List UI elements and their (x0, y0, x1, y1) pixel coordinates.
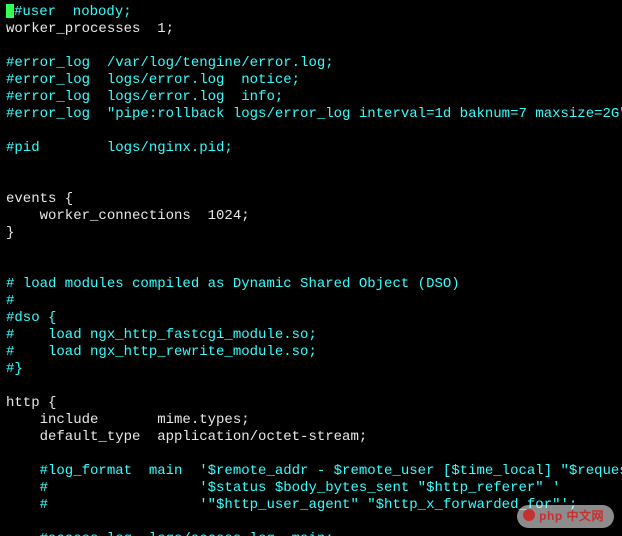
code-line: } (6, 225, 622, 242)
code-text: # '$status $body_bytes_sent "$http_refer… (6, 480, 561, 496)
code-line: events { (6, 191, 622, 208)
code-line: #} (6, 361, 622, 378)
code-line: #dso { (6, 310, 622, 327)
code-text: #dso { (6, 310, 56, 326)
code-line (6, 242, 622, 259)
code-line (6, 259, 622, 276)
code-line: default_type application/octet-stream; (6, 429, 622, 446)
code-text: #user nobody; (14, 4, 132, 20)
code-text: #error_log "pipe:rollback logs/error_log… (6, 106, 622, 122)
code-text: worker_processes 1; (6, 21, 174, 37)
code-line: #pid logs/nginx.pid; (6, 140, 622, 157)
code-line: #error_log /var/log/tengine/error.log; (6, 55, 622, 72)
code-line (6, 123, 622, 140)
code-line (6, 446, 622, 463)
code-line: #access_log logs/access.log main; (6, 531, 622, 536)
code-text: #error_log /var/log/tengine/error.log; (6, 55, 334, 71)
code-line (6, 38, 622, 55)
code-text: # '"$http_user_agent" "$http_x_forwarded… (6, 497, 577, 513)
code-line: # load modules compiled as Dynamic Share… (6, 276, 622, 293)
code-text: worker_connections 1024; (6, 208, 250, 224)
code-text: } (6, 225, 14, 241)
watermark-dot-icon (523, 509, 535, 521)
code-text: #log_format main '$remote_addr - $remote… (6, 463, 622, 479)
code-text: #error_log logs/error.log info; (6, 89, 283, 105)
code-line (6, 157, 622, 174)
watermark-label: php 中文网 (539, 509, 604, 523)
code-line: #user nobody; (6, 4, 622, 21)
terminal-editor[interactable]: #user nobody;worker_processes 1; #error_l… (0, 0, 622, 536)
code-text: # load ngx_http_fastcgi_module.so; (6, 327, 317, 343)
cursor-icon (6, 4, 14, 18)
code-line: #log_format main '$remote_addr - $remote… (6, 463, 622, 480)
code-text: # load ngx_http_rewrite_module.so; (6, 344, 317, 360)
code-text: #} (6, 361, 23, 377)
code-text: # load modules compiled as Dynamic Share… (6, 276, 460, 292)
code-line: # (6, 293, 622, 310)
code-line: #error_log "pipe:rollback logs/error_log… (6, 106, 622, 123)
watermark-badge: php 中文网 (517, 505, 614, 528)
code-line: #error_log logs/error.log notice; (6, 72, 622, 89)
code-line: http { (6, 395, 622, 412)
code-text: events { (6, 191, 73, 207)
code-text: default_type application/octet-stream; (6, 429, 367, 445)
code-line: worker_connections 1024; (6, 208, 622, 225)
code-line: #error_log logs/error.log info; (6, 89, 622, 106)
code-text: # (6, 293, 14, 309)
code-text: http { (6, 395, 56, 411)
code-line: include mime.types; (6, 412, 622, 429)
code-text: include mime.types; (6, 412, 250, 428)
code-line (6, 174, 622, 191)
code-line: worker_processes 1; (6, 21, 622, 38)
code-line: # load ngx_http_rewrite_module.so; (6, 344, 622, 361)
code-text: #error_log logs/error.log notice; (6, 72, 300, 88)
code-line (6, 378, 622, 395)
code-line: # load ngx_http_fastcgi_module.so; (6, 327, 622, 344)
code-text: #pid logs/nginx.pid; (6, 140, 233, 156)
code-text: #access_log logs/access.log main; (6, 531, 334, 536)
code-line: # '$status $body_bytes_sent "$http_refer… (6, 480, 622, 497)
